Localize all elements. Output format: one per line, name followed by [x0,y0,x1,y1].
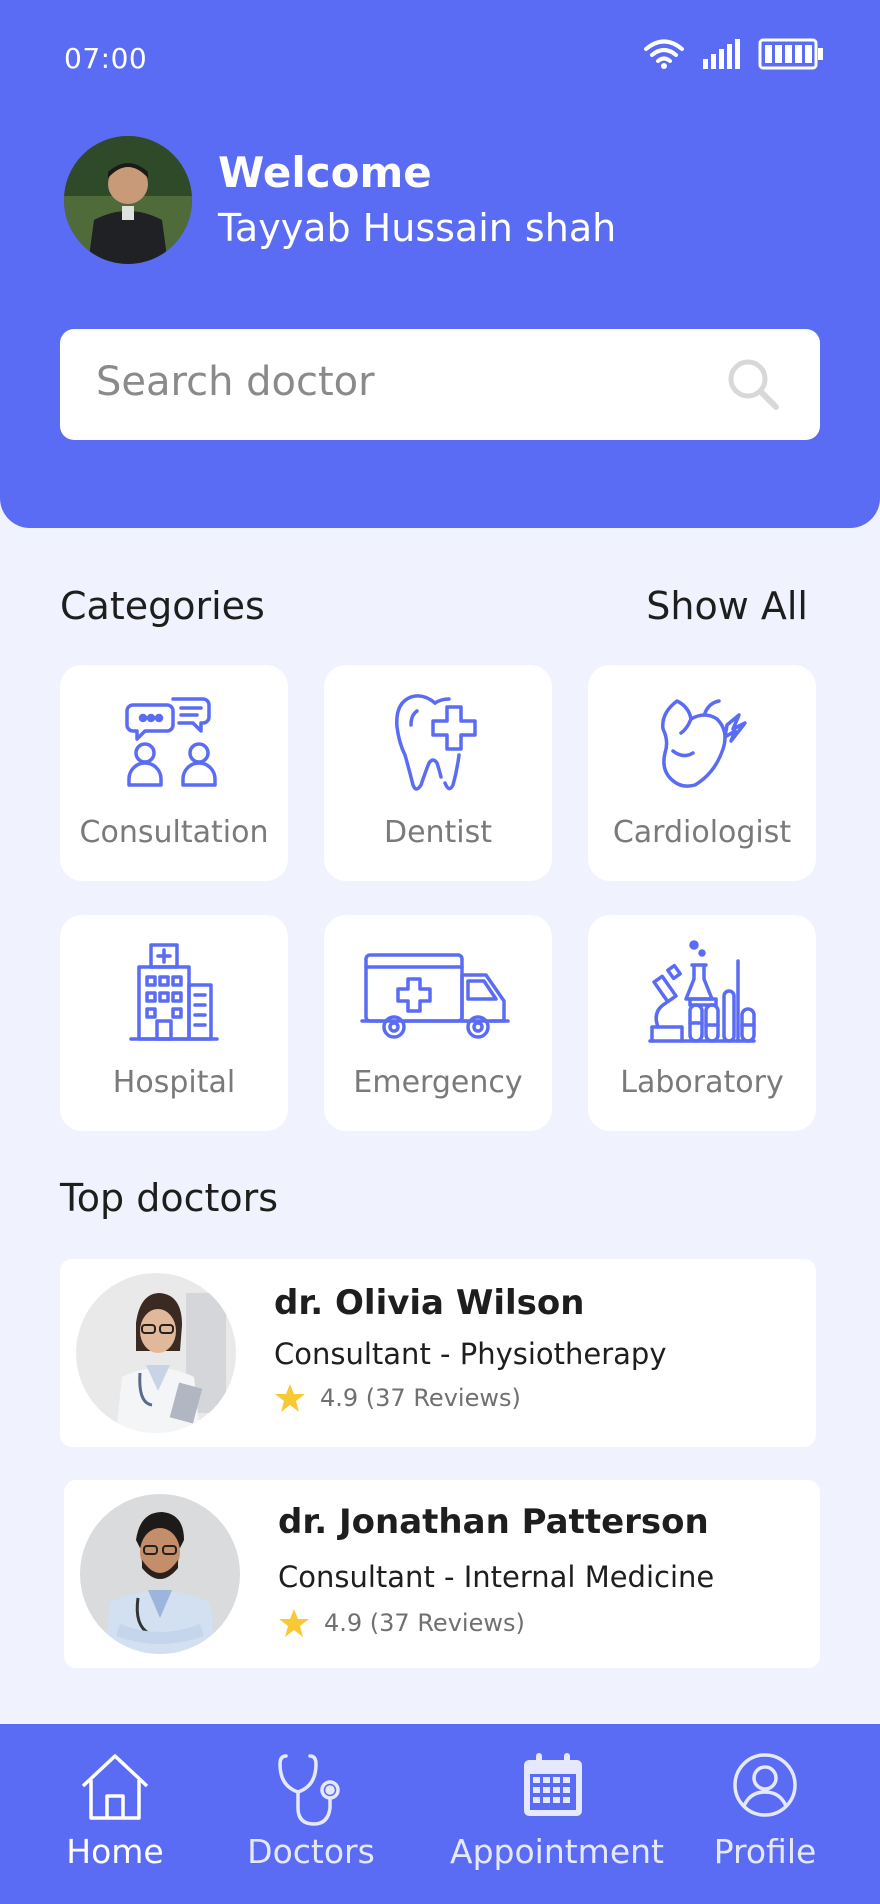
doctor-specialty: Consultant - Internal Medicine [278,1560,715,1594]
nav-label: Profile [713,1832,817,1871]
nav-label: Home [66,1832,164,1871]
search-input[interactable]: Search doctor [60,329,820,440]
hospital-icon [129,943,219,1041]
doctor-name: dr. Jonathan Patterson [278,1502,709,1542]
nav-label: Appointment [450,1832,664,1871]
header: 07:00 Welcome Tayyab Hussain shah Search… [0,0,880,528]
ambulance-icon [360,953,510,1039]
battery-icon [758,38,823,70]
search-placeholder: Search doctor [96,359,375,405]
category-hospital[interactable]: Hospital [60,915,288,1131]
category-dentist[interactable]: Dentist [324,665,552,881]
category-label: Dentist [383,815,493,850]
search-icon[interactable] [726,357,782,413]
stethoscope-icon [278,1754,340,1826]
user-name: Tayyab Hussain shah [218,206,617,250]
category-label: Emergency [353,1065,523,1100]
heart-icon [661,699,747,788]
status-icons [644,38,824,70]
welcome-title: Welcome [218,148,432,197]
rating-text: 4.9 (37 Reviews) [324,1609,525,1637]
wifi-icon [644,39,684,69]
category-cardiologist[interactable]: Cardiologist [588,665,816,881]
doctor-rating: 4.9 (37 Reviews) [274,1383,521,1413]
nav-label: Doctors [247,1832,375,1871]
top-doctors-title: Top doctors [60,1176,279,1220]
doctor-card[interactable]: dr. Olivia Wilson Consultant - Physiothe… [60,1259,816,1447]
doctor-photo [80,1494,240,1654]
category-label: Hospital [112,1065,236,1100]
home-icon [81,1754,149,1820]
categories-title: Categories [60,584,265,628]
bottom-nav: Home Doctors Appointment Profile [0,1724,880,1904]
nav-doctors[interactable]: Doctors [236,1724,386,1904]
category-laboratory[interactable]: Laboratory [588,915,816,1131]
rating-text: 4.9 (37 Reviews) [320,1384,521,1412]
category-label: Laboratory [620,1065,784,1100]
doctor-card[interactable]: dr. Jonathan Patterson Consultant - Inte… [64,1480,820,1668]
doctor-name: dr. Olivia Wilson [274,1283,585,1323]
show-all-link[interactable]: Show All [646,584,808,628]
star-icon [279,1609,309,1637]
calendar-icon [524,1753,582,1816]
tooth-icon [395,694,477,791]
signal-icon [703,39,740,69]
doctor-rating: 4.9 (37 Reviews) [278,1608,525,1638]
consultation-icon [125,697,217,787]
category-emergency[interactable]: Emergency [324,915,552,1131]
profile-icon [733,1753,797,1817]
status-time: 07:00 [64,42,148,75]
category-consultation[interactable]: Consultation [60,665,288,881]
doctor-specialty: Consultant - Physiotherapy [274,1337,667,1371]
doctor-photo [76,1273,236,1433]
nav-profile[interactable]: Profile [700,1724,830,1904]
nav-home[interactable]: Home [40,1724,190,1904]
star-icon [275,1384,305,1412]
avatar[interactable] [64,136,192,264]
nav-appointment[interactable]: Appointment [450,1724,664,1904]
category-label: Cardiologist [612,815,792,850]
lab-icon [648,940,756,1043]
user-photo [64,136,192,264]
category-label: Consultation [79,815,269,850]
